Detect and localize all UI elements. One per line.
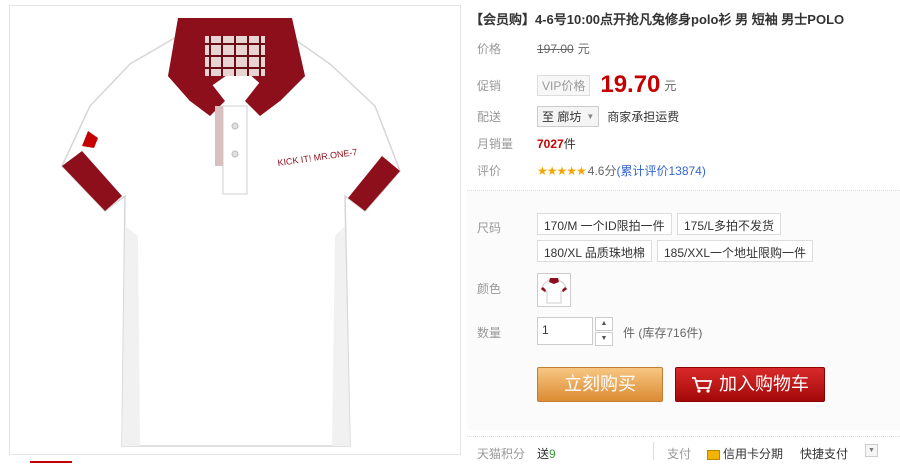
price-row: 价格 197.00 元 <box>477 40 590 57</box>
shopping-cart-icon <box>692 376 713 393</box>
stock-count: (库存716件) <box>638 326 703 340</box>
size-label: 尺码 <box>477 221 502 235</box>
quick-pay[interactable]: 快捷支付 <box>800 445 848 462</box>
shipping-note: 商家承担运费 <box>607 110 680 124</box>
credit-card-text: 信用卡分期 <box>723 447 784 461</box>
thumbnail-indicator <box>30 461 72 465</box>
quantity-increase-button[interactable]: ▲ <box>595 317 613 331</box>
points-value: 9 <box>549 447 556 461</box>
price-info-panel: 价格 197.00 元 促销 VIP价格 19.70 元 配送 至 廊坊 ▼ 商… <box>467 35 900 188</box>
polo-shirt-image: KICK IT! MR.ONE-7 <box>61 18 401 447</box>
credit-card-icon <box>707 449 720 460</box>
color-label: 颜色 <box>477 282 502 296</box>
original-price: 197.00 <box>537 41 574 56</box>
chevron-down-icon: ▼ <box>586 112 595 121</box>
sales-unit: 件 <box>563 137 576 151</box>
location-dropdown[interactable]: 至 廊坊 ▼ <box>537 106 600 127</box>
quantity-decrease-button[interactable]: ▼ <box>595 332 613 346</box>
pay-label: 支付 <box>667 447 692 461</box>
chevron-down-icon[interactable]: ▼ <box>865 444 878 457</box>
size-option-xl[interactable]: 180/XL 品质珠地棉 <box>537 240 652 262</box>
credit-card-installment[interactable]: 信用卡分期 <box>707 445 783 462</box>
color-swatch-white[interactable] <box>537 273 571 307</box>
buy-now-button[interactable]: 立刻购买 <box>537 367 663 402</box>
add-to-cart-button[interactable]: 加入购物车 <box>675 367 825 402</box>
product-title: 【会员购】4-6号10:00点开抢凡兔修身polo衫 男 短袖 男士POLO <box>470 12 845 27</box>
quantity-unit: 件 <box>623 326 636 340</box>
footer-divider <box>653 442 654 460</box>
bottom-info-bar: 天猫积分 送9 支付 信用卡分期 快捷支付 ▼ <box>467 436 900 465</box>
stock-info: 件 (库存716件) <box>623 324 702 341</box>
promo-price: 19.70 <box>600 71 661 98</box>
location-text: 至 廊坊 <box>542 110 582 124</box>
quantity-input[interactable]: 1 <box>537 317 593 345</box>
size-option-xxl[interactable]: 185/XXL一个地址限购一件 <box>657 240 814 262</box>
vip-price-tag: VIP价格 <box>537 74 591 96</box>
product-image[interactable]: KICK IT! MR.ONE-7 <box>9 5 461 455</box>
points-send-text: 送 <box>537 447 550 461</box>
size-option-m[interactable]: 170/M 一个ID限拍一件 <box>537 213 672 235</box>
price-unit: 元 <box>577 42 590 56</box>
rating-label: 评价 <box>477 164 502 178</box>
rating-row: 评价 ★★★★★ 4.6分 (累计评价13874) <box>477 162 706 179</box>
sales-row: 月销量 7027 件 <box>477 135 576 152</box>
points-label: 天猫积分 <box>477 447 526 461</box>
price-label: 价格 <box>477 42 502 56</box>
purchase-options-panel: 尺码 170/M 一个ID限拍一件 175/L多拍不发货 180/XL 品质珠地… <box>467 190 900 430</box>
sales-label: 月销量 <box>477 137 514 151</box>
promo-row: 促销 VIP价格 19.70 元 <box>477 71 676 99</box>
size-option-l[interactable]: 175/L多拍不发货 <box>677 213 782 235</box>
shirt-thumbnail-icon <box>540 278 568 304</box>
promo-label: 促销 <box>477 78 502 93</box>
star-rating-icon: ★★★★★ <box>537 163 587 178</box>
shipping-label: 配送 <box>477 110 502 124</box>
quantity-label: 数量 <box>477 326 502 340</box>
points-info: 送9 <box>537 445 556 462</box>
shipping-row: 配送 至 廊坊 ▼ 商家承担运费 <box>477 106 679 127</box>
sales-count: 7027 <box>537 136 564 151</box>
reviews-link[interactable]: (累计评价13874) <box>616 162 705 179</box>
rating-score: 4.6分 <box>587 164 617 178</box>
promo-price-unit: 元 <box>664 78 677 93</box>
add-to-cart-label: 加入购物车 <box>719 374 809 394</box>
